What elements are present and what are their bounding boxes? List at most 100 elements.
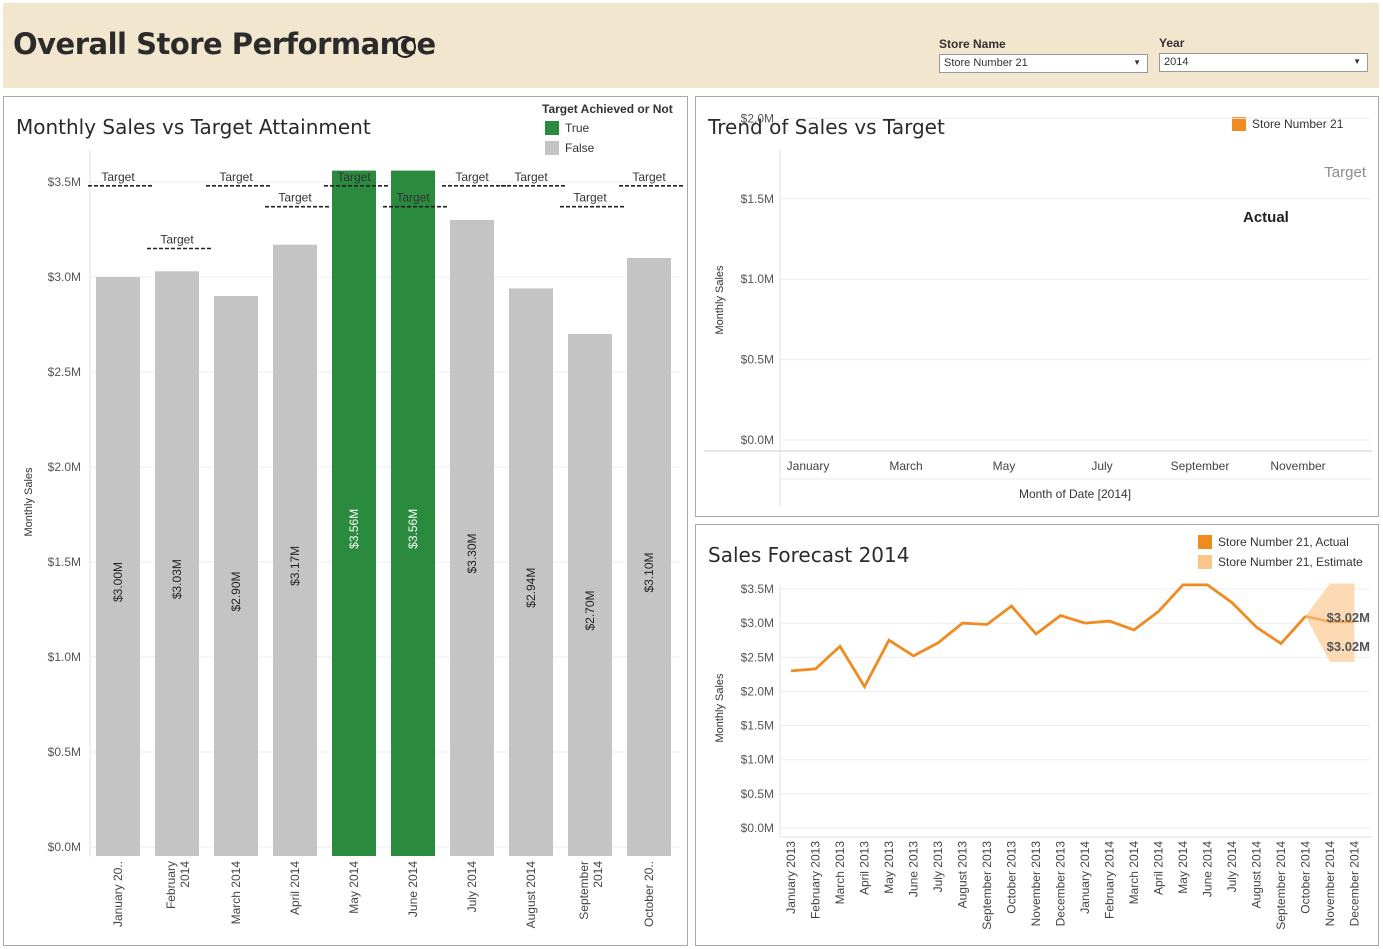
forecast-chart: $0.0M $0.5M $1.0M $1.5M $2.0M $2.5M $3.0M $3.5M… [714,582,1372,930]
chevron-down-icon: ▼ [1133,58,1141,67]
y-tick-label: $1.0M [741,272,774,286]
x-tick-label: December 2014 [1348,841,1362,927]
x-tick-label: July [1091,459,1112,473]
bar-value-label: $3.00M [111,562,125,602]
y-tick-label: $3.0M [48,270,81,284]
x-tick-label: September [1171,459,1230,473]
bar-value-label: $3.03M [170,559,184,599]
x-tick-label: November 2014 [1323,841,1337,927]
x-tick-label: January 2013 [784,841,798,914]
x-tick-label: September 2013 [980,841,994,930]
x-tick-label: July 2013 [931,841,945,893]
store-filter-label: Store Name [939,37,1006,51]
target-label: Target [101,170,135,184]
x-tick-label: October 20.. [642,861,656,927]
x-tick-label: May [993,459,1016,473]
x-tick-label: February2014 [164,861,192,909]
dashboard-header: Overall Store Performance i Store Name S… [3,3,1379,88]
target-label: Target [455,170,489,184]
x-tick-label: August 2014 [1250,841,1264,909]
x-tick-label: April 2014 [288,861,302,915]
x-tick-label: May 2013 [882,841,896,894]
x-tick-label: March 2013 [833,841,847,905]
y-tick-label: $0.0M [48,840,81,854]
bar-value-label: $3.56M [347,509,361,549]
x-tick-label: January 2014 [1078,841,1092,914]
x-tick-label: November [1270,459,1325,473]
target-label: Target [514,170,548,184]
target-label: Target [573,191,607,205]
forecast-annotation: $3.02M [1327,610,1370,625]
trend-chart: $0.0M$0.5M$1.0M$1.5M$2.0M$2.5M$3.0M$3.5M… [704,111,1372,507]
x-tick-label: September 2014 [1274,841,1288,930]
forecast-panel: Sales Forecast 2014 Store Number 21, Act… [695,524,1379,946]
y-tick-label: $2.0M [741,111,774,125]
page-title: Overall Store Performance [13,27,436,61]
x-axis-label: Month of Date [2014] [1019,487,1131,501]
x-tick-label: June 2013 [907,841,921,897]
x-tick-label: June 2014 [1201,841,1215,897]
x-tick-label: January 20.. [111,861,125,927]
bar-value-label: $2.70M [583,590,597,630]
x-tick-label: March 2014 [229,861,243,925]
year-select[interactable]: 2014 ▼ [1159,53,1368,72]
store-name-value: Store Number 21 [944,57,1028,69]
forecast-annotation: $3.02M [1327,639,1370,654]
actual-series-label: Actual [1243,209,1289,226]
y-tick-label: $2.0M [741,684,774,698]
year-filter-label: Year [1159,36,1185,50]
year-value: 2014 [1164,56,1189,68]
y-tick-label: $3.0M [741,616,774,630]
x-tick-label: February 2013 [809,841,823,919]
x-tick-label: May 2014 [1176,841,1190,894]
x-tick-label: March 2014 [1127,841,1141,905]
x-tick-label: February 2014 [1103,841,1117,919]
monthly-sales-panel: Monthly Sales vs Target Attainment Targe… [3,96,688,946]
target-label: Target [632,170,666,184]
bar-chart: $0.0M $0.5M $1.0M $1.5M $2.0M $2.5M $3.0M $3.5M… [23,149,685,929]
y-tick-label: $3.5M [741,582,774,596]
x-tick-label: May 2014 [347,861,361,914]
y-tick-label: $1.0M [741,753,774,767]
x-tick-label: August 2013 [956,841,970,909]
store-name-select[interactable]: Store Number 21 ▼ [939,54,1148,73]
x-tick-label: October 2014 [1299,841,1313,914]
x-tick-label: September2014 [577,861,605,920]
bar-value-label: $2.90M [229,571,243,611]
y-tick-label: $3.5M [48,175,81,189]
y-tick-label: $0.5M [741,353,774,367]
y-tick-label: $2.0M [48,460,81,474]
y-tick-label: $2.5M [741,650,774,664]
y-tick-label: $2.5M [48,365,81,379]
bar-value-label: $3.30M [465,533,479,573]
x-tick-label: December 2013 [1054,841,1068,927]
info-circle-icon[interactable]: i [394,36,416,58]
x-tick-label: January [787,459,830,473]
y-tick-label: $0.5M [741,787,774,801]
target-label: Target [278,191,312,205]
bar-value-label: $2.94M [524,568,538,608]
actual-series-line [790,583,1307,690]
target-label: Target [160,233,194,247]
x-tick-label: November 2013 [1029,841,1043,927]
y-tick-label: $0.0M [741,821,774,835]
x-tick-label: June 2014 [406,861,420,917]
trend-panel: Trend of Sales vs Target Store Number 21… [695,96,1379,517]
target-label: Target [337,170,371,184]
x-tick-label: October 2013 [1005,841,1019,914]
x-tick-label: April 2013 [858,841,872,895]
y-tick-label: $1.5M [741,192,774,206]
y-axis-label: Monthly Sales [23,467,35,537]
y-tick-label: $1.5M [48,555,81,569]
bar-value-label: $3.56M [406,509,420,549]
y-tick-label: $1.5M [741,719,774,733]
y-tick-label: $0.0M [741,433,774,447]
x-tick-label: July 2014 [1225,841,1239,893]
x-tick-label: March [889,459,922,473]
x-tick-label: August 2014 [524,861,538,929]
bar-value-label: $3.10M [642,552,656,592]
x-tick-label: April 2014 [1152,841,1166,895]
bar-value-label: $3.17M [288,546,302,586]
y-axis-label: Monthly Sales [714,673,726,743]
y-tick-label: $1.0M [48,650,81,664]
